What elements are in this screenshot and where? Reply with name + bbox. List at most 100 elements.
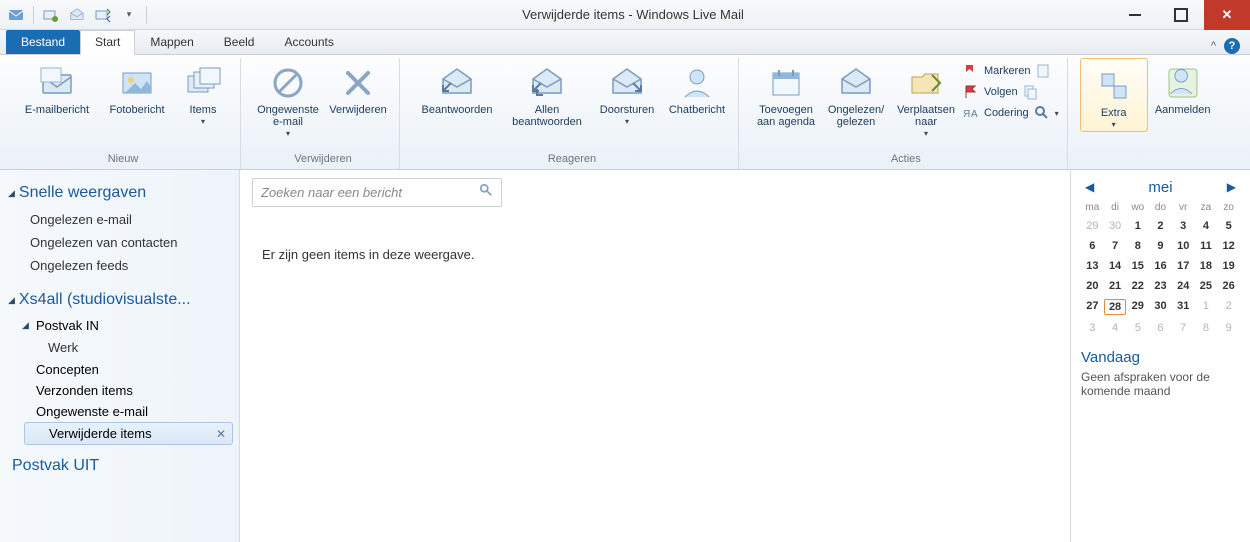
cal-day[interactable]: 26	[1217, 279, 1240, 293]
nav-unread-mail[interactable]: Ongelezen e-mail	[8, 208, 233, 231]
nav-work[interactable]: Werk	[22, 336, 233, 359]
junk-button[interactable]: Ongewenste e-mail ▾	[253, 58, 323, 138]
cal-day[interactable]: 9	[1149, 239, 1172, 253]
cal-day[interactable]: 30	[1149, 299, 1172, 315]
cal-day[interactable]: 4	[1195, 219, 1218, 233]
search-box[interactable]	[252, 178, 502, 207]
minimize-button[interactable]	[1112, 0, 1158, 30]
cal-day[interactable]: 29	[1081, 219, 1104, 233]
cal-day[interactable]: 11	[1195, 239, 1218, 253]
mark-button[interactable]: Markeren	[961, 62, 1061, 80]
nav-outbox[interactable]: Postvak UIT	[8, 453, 233, 481]
nav-deleted-folder[interactable]: Verwijderde items ✕	[24, 422, 233, 445]
cal-day[interactable]: 13	[1081, 259, 1104, 273]
next-month-button[interactable]: ▶	[1223, 178, 1240, 196]
cal-day[interactable]: 7	[1172, 321, 1195, 335]
close-button[interactable]	[1204, 0, 1250, 30]
cal-day[interactable]: 27	[1081, 299, 1104, 315]
follow-button[interactable]: Volgen	[961, 83, 1061, 101]
nav-drafts[interactable]: Concepten	[22, 359, 233, 380]
move-button[interactable]: Verplaatsen naar ▾	[891, 58, 961, 138]
month-label[interactable]: mei	[1148, 179, 1172, 196]
find-icon	[1034, 105, 1050, 121]
cal-day[interactable]: 3	[1172, 219, 1195, 233]
nav-inbox[interactable]: ◢ Postvak IN	[22, 315, 233, 336]
cal-day[interactable]: 15	[1126, 259, 1149, 273]
qat-send-receive-icon[interactable]	[91, 3, 115, 27]
cal-day[interactable]: 5	[1126, 321, 1149, 335]
cal-day[interactable]: 5	[1217, 219, 1240, 233]
empty-view-message: Er zijn geen items in deze weergave.	[252, 207, 1058, 262]
cal-day[interactable]: 6	[1149, 321, 1172, 335]
items-button[interactable]: Items ▾	[172, 58, 234, 126]
nav-unread-feeds[interactable]: Ongelezen feeds	[8, 254, 233, 277]
cal-day[interactable]: 1	[1126, 219, 1149, 233]
cal-day[interactable]: 8	[1195, 321, 1218, 335]
encoding-button[interactable]: ЯA Codering ▾	[961, 104, 1061, 122]
qat-new-mail-icon[interactable]	[39, 3, 63, 27]
tab-folders[interactable]: Mappen	[135, 30, 208, 54]
quick-views-header[interactable]: ◢ Snelle weergaven	[8, 180, 233, 208]
cal-day[interactable]: 20	[1081, 279, 1104, 293]
cal-day[interactable]: 14	[1104, 259, 1127, 273]
cal-day[interactable]: 31	[1172, 299, 1195, 315]
cal-day[interactable]: 23	[1149, 279, 1172, 293]
cal-day[interactable]: 8	[1126, 239, 1149, 253]
extra-button[interactable]: Extra ▾	[1083, 61, 1145, 129]
cal-day[interactable]: 28	[1104, 299, 1127, 315]
help-icon[interactable]: ?	[1224, 38, 1240, 54]
new-email-button[interactable]: E-mailbericht	[12, 58, 102, 116]
chat-button[interactable]: Chatbericht	[662, 58, 732, 116]
cal-day[interactable]: 2	[1217, 299, 1240, 315]
prev-month-button[interactable]: ◀	[1081, 178, 1098, 196]
delete-button[interactable]: Verwijderen	[323, 58, 393, 116]
caret-down-icon: ◢	[22, 320, 32, 331]
cal-day[interactable]: 18	[1195, 259, 1218, 273]
qat-reply-icon[interactable]	[65, 3, 89, 27]
items-dropdown-icon: ▾	[201, 117, 205, 126]
cal-day[interactable]: 30	[1104, 219, 1127, 233]
photo-mail-button[interactable]: Fotobericht	[102, 58, 172, 116]
reply-all-button[interactable]: Allen beantwoorden	[502, 58, 592, 128]
cal-day[interactable]: 10	[1172, 239, 1195, 253]
nav-deleted-label: Verwijderde items	[49, 426, 152, 441]
read-unread-button[interactable]: Ongelezen/ gelezen	[821, 58, 891, 128]
cal-day[interactable]: 17	[1172, 259, 1195, 273]
cal-day[interactable]: 7	[1104, 239, 1127, 253]
nav-sent[interactable]: Verzonden items	[22, 380, 233, 401]
cal-day[interactable]: 22	[1126, 279, 1149, 293]
cal-day[interactable]: 6	[1081, 239, 1104, 253]
signin-button[interactable]: Aanmelden	[1148, 58, 1218, 116]
search-input[interactable]	[253, 179, 471, 206]
nav-unread-contacts[interactable]: Ongelezen van contacten	[8, 231, 233, 254]
cal-day[interactable]: 21	[1104, 279, 1127, 293]
maximize-button[interactable]	[1158, 0, 1204, 30]
account-header[interactable]: ◢ Xs4all (studiovisualste...	[8, 287, 233, 315]
cal-day[interactable]: 4	[1104, 321, 1127, 335]
read-unread-label: Ongelezen/ gelezen	[821, 104, 891, 128]
cal-day[interactable]: 2	[1149, 219, 1172, 233]
search-icon[interactable]	[471, 183, 501, 202]
tab-home[interactable]: Start	[80, 30, 135, 55]
cal-day[interactable]: 29	[1126, 299, 1149, 315]
cal-day[interactable]: 25	[1195, 279, 1218, 293]
collapse-ribbon-icon[interactable]: ^	[1211, 40, 1216, 52]
cal-day[interactable]: 19	[1217, 259, 1240, 273]
cal-day[interactable]: 16	[1149, 259, 1172, 273]
qat-customize-icon[interactable]: ▾	[117, 3, 141, 27]
add-calendar-label: Toevoegen aan agenda	[751, 104, 821, 128]
app-menu-icon[interactable]	[4, 3, 28, 27]
cal-day[interactable]: 9	[1217, 321, 1240, 335]
nav-junk-folder[interactable]: Ongewenste e-mail	[22, 401, 233, 422]
forward-button[interactable]: Doorsturen ▾	[592, 58, 662, 126]
tab-view[interactable]: Beeld	[209, 30, 270, 54]
cal-day[interactable]: 3	[1081, 321, 1104, 335]
cal-day[interactable]: 1	[1195, 299, 1218, 315]
tab-file[interactable]: Bestand	[6, 30, 80, 54]
add-calendar-button[interactable]: Toevoegen aan agenda	[751, 58, 821, 128]
tab-accounts[interactable]: Accounts	[269, 30, 348, 54]
close-icon[interactable]: ✕	[216, 427, 226, 441]
cal-day[interactable]: 12	[1217, 239, 1240, 253]
reply-button[interactable]: Beantwoorden	[412, 58, 502, 116]
cal-day[interactable]: 24	[1172, 279, 1195, 293]
